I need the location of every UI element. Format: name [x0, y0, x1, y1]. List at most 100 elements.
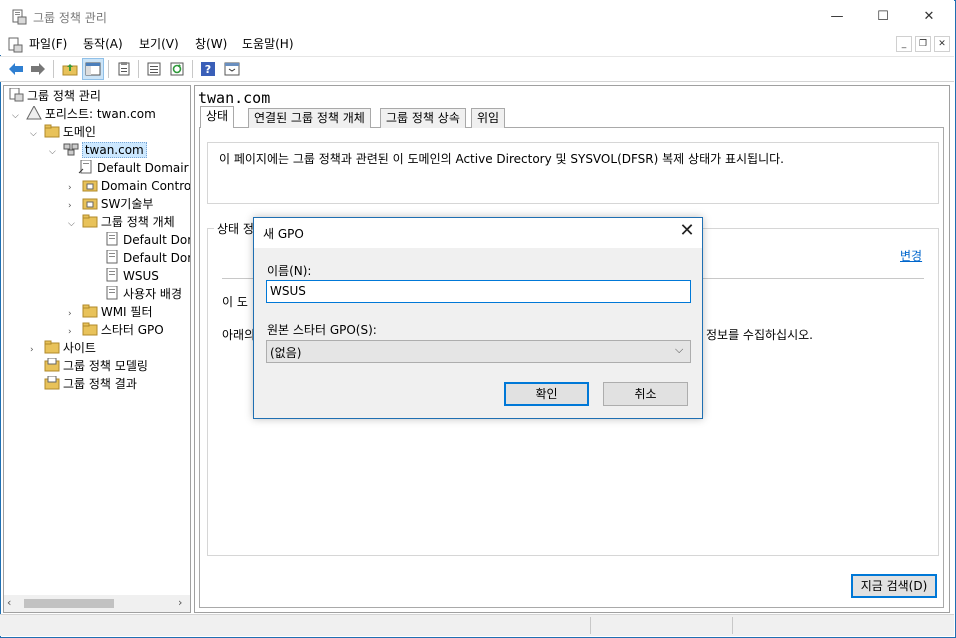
gpo-icon — [106, 268, 118, 282]
menu-action[interactable]: 동작(A) — [83, 36, 123, 54]
tree-item-starter-gpo[interactable]: › 스타터 GPO — [4, 321, 190, 339]
mdi-close-button[interactable]: ✕ — [934, 36, 950, 52]
tree-item-gpo-container[interactable]: ⌵ 그룹 정책 개체 — [4, 213, 190, 231]
tree-label: 그룹 정책 개체 — [100, 215, 175, 229]
tree-horizontal-scrollbar[interactable]: ‹ › — [4, 595, 190, 612]
forward-button[interactable] — [27, 58, 49, 80]
folder-icon — [82, 322, 98, 336]
tab-inheritance[interactable]: 그룹 정책 상속 — [380, 108, 466, 128]
tree-item-gpo[interactable]: 사용자 배경 — [4, 285, 190, 303]
folder-icon — [44, 340, 60, 354]
tree-label: 포리스트: twan.com — [44, 107, 156, 121]
refresh-button[interactable] — [166, 58, 188, 80]
scroll-right-icon[interactable]: › — [178, 596, 182, 609]
gpo-name-input[interactable]: WSUS — [266, 280, 691, 303]
tab-linked-gpos[interactable]: 연결된 그룹 정책 개체 — [248, 108, 371, 128]
starter-gpo-select[interactable]: (없음) — [266, 340, 691, 363]
back-button[interactable] — [5, 58, 27, 80]
menu-help[interactable]: 도움말(H) — [242, 36, 294, 54]
console-icon — [224, 62, 240, 76]
tree-item-gpo[interactable]: Default Dor — [4, 231, 190, 249]
tree-item-gpo[interactable]: WSUS — [4, 267, 190, 285]
gpo-icon — [106, 232, 118, 246]
tree-label: 사용자 배경 — [123, 287, 183, 301]
maximize-button[interactable]: ☐ — [860, 0, 906, 33]
menu-window[interactable]: 창(W) — [195, 36, 227, 54]
tree-item-domain-controllers[interactable]: › Domain Contro — [4, 177, 190, 195]
tree-label: 그룹 정책 관리 — [27, 89, 101, 103]
system-menu-icon[interactable] — [7, 37, 23, 53]
tree-item-root[interactable]: 그룹 정책 관리 — [4, 87, 190, 105]
tree-label: WMI 필터 — [100, 305, 153, 319]
console-button[interactable] — [221, 58, 243, 80]
dialog-title-bar — [254, 218, 702, 248]
folder-icon — [82, 214, 98, 228]
page-title: twan.com — [198, 89, 271, 107]
collapse-chevron-icon[interactable]: ⌵ — [49, 143, 59, 161]
tree-item-sites[interactable]: › 사이트 — [4, 339, 190, 357]
toolbar-separator — [108, 60, 109, 78]
up-folder-icon — [62, 64, 78, 76]
help-button[interactable]: ? — [197, 58, 219, 80]
tree-label-selected: twan.com — [81, 142, 147, 158]
menu-file[interactable]: 파일(F) — [29, 36, 67, 54]
tree-label: SW기술부 — [100, 197, 154, 211]
tree-item-forest[interactable]: ⌵ 포리스트: twan.com — [4, 105, 190, 123]
scan-now-button[interactable]: 지금 검색(D) — [851, 574, 937, 598]
export-list-icon — [147, 62, 161, 76]
export-list-button[interactable] — [143, 58, 165, 80]
tree-item-wmi-filters[interactable]: › WMI 필터 — [4, 303, 190, 321]
toolbar-separator — [138, 60, 139, 78]
scroll-left-icon[interactable]: ‹ — [7, 596, 11, 609]
minimize-button[interactable]: — — [814, 0, 860, 33]
collapse-chevron-icon[interactable]: ⌵ — [68, 215, 78, 233]
tree-label: 그룹 정책 모델링 — [63, 359, 148, 373]
mdi-minimize-button[interactable]: _ — [896, 36, 912, 52]
gpmc-icon — [9, 88, 24, 102]
tree-label: 도메인 — [62, 125, 96, 139]
tree-item-default-domain-policy[interactable]: Default Domair — [4, 159, 190, 177]
info-text: 이 페이지에는 그룹 정책과 관련된 이 도메인의 Active Directo… — [219, 152, 784, 166]
tree-item-results[interactable]: 그룹 정책 결과 — [4, 375, 190, 393]
change-link[interactable]: 변경 — [900, 247, 922, 264]
tree-item-sw-dept[interactable]: › SW기술부 — [4, 195, 190, 213]
tree-label: WSUS — [123, 269, 159, 283]
close-icon: ✕ — [923, 9, 935, 24]
minimize-icon: — — [830, 9, 844, 24]
tree-item-gpo[interactable]: Default Dor — [4, 249, 190, 267]
gpo-link-icon — [78, 160, 92, 174]
collapse-chevron-icon[interactable]: ⌵ — [30, 125, 40, 143]
tab-delegation[interactable]: 위임 — [471, 108, 506, 128]
expand-chevron-icon[interactable]: › — [30, 341, 40, 359]
mdi-restore-button[interactable]: ❐ — [915, 36, 931, 52]
properties-icon — [118, 62, 130, 76]
show-hide-tree-icon — [85, 62, 101, 76]
up-level-button[interactable] — [59, 58, 81, 80]
collapse-chevron-icon[interactable]: ⌵ — [12, 107, 22, 125]
chevron-down-icon[interactable]: ⌵ — [675, 343, 683, 357]
tree-item-domain[interactable]: ⌵ twan.com — [4, 141, 190, 159]
tab-status[interactable]: 상태 — [200, 106, 235, 128]
ok-button[interactable]: 확인 — [504, 382, 589, 406]
close-button[interactable]: ✕ — [906, 0, 952, 33]
help-icon: ? — [201, 62, 215, 76]
statusbar-separator — [590, 617, 591, 634]
cancel-button[interactable]: 취소 — [603, 382, 688, 406]
console-tree[interactable]: 그룹 정책 관리 ⌵ 포리스트: twan.com ⌵ 도메인 ⌵ twan.c… — [3, 85, 191, 613]
title-bar — [0, 0, 954, 33]
dialog-close-button[interactable]: ✕ — [676, 221, 698, 243]
tree-item-domains[interactable]: ⌵ 도메인 — [4, 123, 190, 141]
status-group-legend: 상태 정 — [214, 220, 257, 237]
tree-label: Default Dor — [123, 251, 191, 265]
status-text: 아래의 — [222, 328, 256, 342]
show-hide-tree-button[interactable] — [82, 58, 104, 80]
name-label: 이름(N): — [267, 264, 312, 278]
window-title: 그룹 정책 관리 — [33, 11, 107, 25]
tree-label: Default Domair — [97, 161, 189, 175]
properties-button[interactable] — [113, 58, 135, 80]
forward-arrow-icon — [31, 63, 45, 75]
tree-item-modeling[interactable]: 그룹 정책 모델링 — [4, 357, 190, 375]
tree-label: Domain Contro — [100, 179, 191, 193]
scrollbar-thumb[interactable] — [24, 599, 114, 608]
menu-view[interactable]: 보기(V) — [139, 36, 179, 54]
